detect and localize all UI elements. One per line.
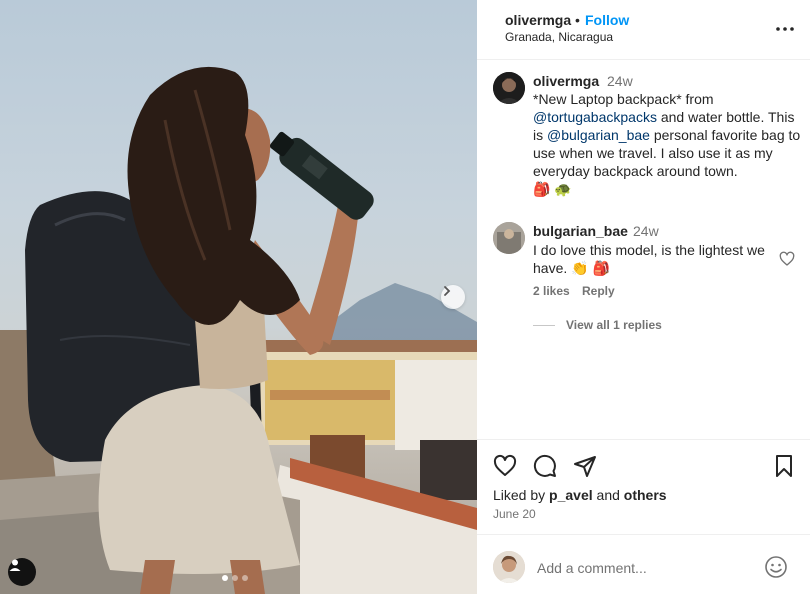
comment-timestamp[interactable]: 24w	[633, 223, 659, 239]
post-date[interactable]: June 20	[493, 507, 536, 521]
comment-likes-count[interactable]: 2 likes	[533, 284, 570, 298]
view-replies-button[interactable]: View all 1 replies	[566, 318, 662, 332]
comment-text-part: I do love this model, is the lightest we…	[533, 242, 765, 276]
mention-link[interactable]: @tortugabackpacks	[533, 109, 657, 125]
post-author-username[interactable]: olivermga	[505, 12, 571, 28]
reply-button[interactable]: Reply	[582, 284, 615, 298]
avatar-image	[493, 222, 525, 254]
caption-timestamp[interactable]: 24w	[607, 73, 633, 89]
separator-dot: •	[575, 12, 580, 28]
replies-divider	[533, 325, 555, 326]
liked-others-link[interactable]: others	[624, 487, 667, 503]
liked-connector: and	[592, 487, 624, 503]
avatar[interactable]	[493, 72, 525, 104]
current-user-avatar	[493, 551, 525, 583]
comment-emojis: 👏 🎒	[571, 260, 610, 276]
caption-emojis: 🎒 🐢	[533, 181, 572, 197]
add-comment-input[interactable]	[537, 558, 757, 578]
caption-text: *New Laptop backpack* from @tortugabackp…	[533, 90, 801, 198]
carousel-indicator	[222, 575, 248, 581]
avatar[interactable]	[493, 222, 525, 254]
caption-username[interactable]: olivermga	[533, 73, 599, 89]
emoji-smile-icon[interactable]	[764, 555, 788, 579]
liked-prefix: Liked by	[493, 487, 550, 503]
comment-text: I do love this model, is the lightest we…	[533, 241, 773, 277]
mention-link[interactable]: @bulgarian_bae	[547, 127, 650, 143]
post-details-panel: olivermga • Follow Granada, Nicaragua ol…	[477, 0, 810, 594]
avatar-image	[493, 72, 525, 104]
user-tag-icon	[9, 559, 21, 571]
avatar-image	[493, 551, 525, 583]
carousel-dot	[242, 575, 248, 581]
liked-by-text: Liked by p_avel and others	[493, 487, 667, 503]
chevron-right-icon	[444, 286, 451, 296]
liked-user-link[interactable]: p_avel	[549, 487, 593, 503]
more-horizontal-icon	[776, 27, 794, 31]
comment-icon[interactable]	[533, 454, 557, 478]
more-options-button[interactable]	[774, 18, 796, 40]
next-image-button[interactable]	[441, 285, 465, 309]
post-location[interactable]: Granada, Nicaragua	[505, 30, 613, 44]
carousel-dot	[232, 575, 238, 581]
bookmark-icon[interactable]	[772, 454, 796, 478]
caption-text-part: *New Laptop backpack* from	[533, 91, 714, 107]
post-photo[interactable]	[0, 0, 477, 594]
comment-username[interactable]: bulgarian_bae	[533, 223, 628, 239]
heart-icon[interactable]	[493, 454, 517, 478]
photo-illustration	[0, 66, 477, 594]
send-icon[interactable]	[573, 454, 597, 478]
post-header: olivermga • Follow Granada, Nicaragua	[477, 0, 810, 60]
comment-heart-icon[interactable]	[779, 251, 795, 267]
actions-divider	[477, 439, 810, 440]
follow-button[interactable]: Follow	[585, 12, 629, 28]
carousel-dot	[222, 575, 228, 581]
tagged-users-button[interactable]	[8, 558, 36, 586]
